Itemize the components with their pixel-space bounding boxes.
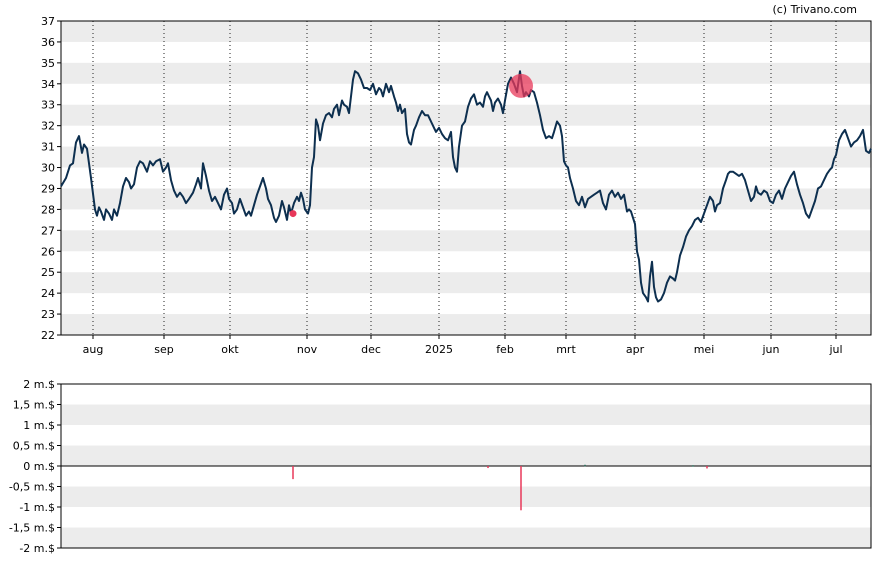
- x-tick-label: okt: [221, 343, 239, 356]
- y-tick-label: 33: [41, 99, 55, 112]
- grid-band: [61, 21, 871, 42]
- grid-band: [61, 230, 871, 252]
- grid-band: [61, 272, 871, 294]
- y-tick-label: 2 m.$: [23, 378, 55, 391]
- x-tick-label: jul: [828, 343, 842, 356]
- chart-svg: aug sep okt nov dec 2025 feb mrt apr mei jun jul 22 2…: [9, 3, 872, 555]
- y-tick-label: -1,5 m.$: [9, 522, 55, 535]
- y-tick-label: 1 m.$: [23, 419, 55, 432]
- volume-bar: [487, 466, 489, 469]
- y-tick-label: 24: [41, 287, 55, 300]
- chart-figure: aug sep okt nov dec 2025 feb mrt apr mei jun jul 22 2…: [0, 0, 888, 565]
- y-tick-label: 35: [41, 57, 55, 70]
- volume-bar: [706, 466, 708, 469]
- y-tick-label: 32: [41, 120, 55, 133]
- y-tick-label: 23: [41, 308, 55, 321]
- y-tick-label: 26: [41, 245, 55, 258]
- grid-band: [61, 62, 871, 84]
- y-tick-label: 37: [41, 15, 55, 28]
- y-tick-label: 27: [41, 224, 55, 237]
- grid-band: [61, 146, 871, 168]
- y-tick-label: -2 m.$: [19, 542, 55, 555]
- y-tick-label: 25: [41, 266, 55, 279]
- x-tick-label: nov: [297, 343, 318, 356]
- grid-band: [61, 486, 871, 507]
- volume-bar: [292, 466, 294, 480]
- grid-band: [61, 404, 871, 425]
- x-tick-label: dec: [361, 343, 381, 356]
- x-tick-label: mrt: [556, 343, 576, 356]
- x-tick-label: apr: [626, 343, 645, 356]
- y-tick-label: 28: [41, 203, 55, 216]
- x-tick-label: sep: [154, 343, 173, 356]
- volume-bar: [520, 466, 522, 511]
- x-tick-label: 2025: [425, 343, 453, 356]
- y-tick-label: 0 m.$: [23, 460, 55, 473]
- grid-band: [61, 527, 871, 548]
- x-tick-label: mei: [694, 343, 715, 356]
- trade-marker: [509, 73, 533, 98]
- y-tick-label: 22: [41, 329, 55, 342]
- volume-chart: 2 m.$ 1,5 m.$ 1 m.$ 0,5 m.$ 0 m.$ -0,5 m.$ -1 …: [9, 378, 872, 555]
- volume-bar: [584, 464, 586, 467]
- y-tick-label: 30: [41, 162, 55, 175]
- y-tick-label: 36: [41, 36, 55, 49]
- grid-band: [61, 314, 871, 335]
- y-tick-label: -1 m.$: [19, 501, 55, 514]
- volume-bar: [692, 465, 694, 467]
- y-tick-label: 1,5 m.$: [13, 399, 55, 412]
- trade-marker: [289, 210, 297, 218]
- x-tick-label: feb: [496, 343, 514, 356]
- price-chart: aug sep okt nov dec 2025 feb mrt apr mei jun jul 22 2…: [41, 15, 872, 356]
- y-tick-label: 29: [41, 182, 55, 195]
- y-tick-label: -0,5 m.$: [9, 481, 55, 494]
- y-tick-label: 31: [41, 141, 55, 154]
- watermark-text: (c) Trivano.com: [772, 3, 857, 16]
- y-tick-label: 34: [41, 78, 55, 91]
- x-tick-label: jun: [762, 343, 780, 356]
- x-tick-label: aug: [83, 343, 104, 356]
- grid-band: [61, 445, 871, 466]
- y-tick-label: 0,5 m.$: [13, 440, 55, 453]
